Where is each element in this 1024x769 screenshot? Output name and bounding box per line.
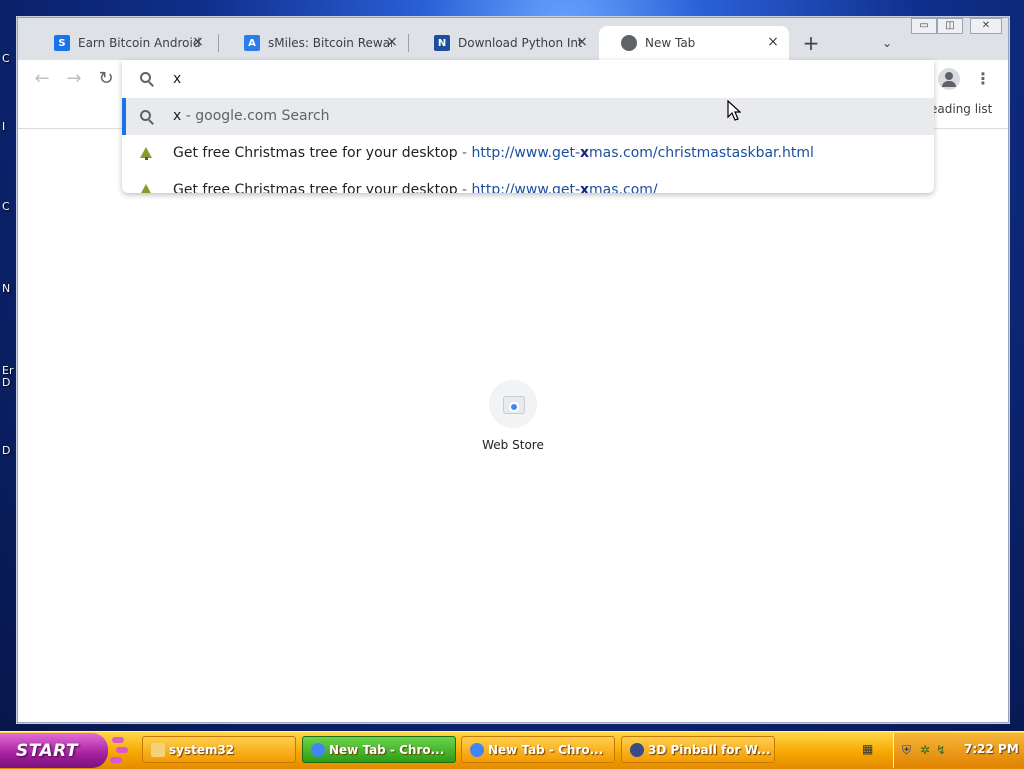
suggestion-separator: - [457,182,472,193]
folder-icon [151,742,165,757]
tab-download-python[interactable]: N Download Python Interpreter × [412,26,598,60]
start-decoration [108,735,130,765]
clock[interactable]: 7:22 PM [964,742,1019,756]
profile-avatar-icon[interactable] [938,68,960,90]
close-window-button[interactable]: ✕ [970,18,1002,34]
suggestion-separator: - [181,108,196,124]
tab-separator [218,34,219,52]
chrome-menu-icon[interactable]: ⋮ [973,68,993,90]
close-tab-icon[interactable]: × [574,34,590,50]
restore-button[interactable]: ◫ [937,18,963,34]
selection-indicator [122,98,126,135]
tab-title: New Tab [645,36,696,50]
christmas-tree-icon [140,184,152,193]
suggestion-text: Get free Christmas tree for your desktop… [173,182,658,193]
security-shield-icon[interactable]: ⛨ [902,743,914,757]
tab-smiles[interactable]: A sMiles: Bitcoin Rewards × [222,26,408,60]
language-bar-icon[interactable]: ▦ [862,742,874,756]
close-tab-icon[interactable]: × [384,34,400,50]
suggestion-separator: - [457,145,472,161]
shortcut-label: Web Store [482,438,544,452]
chrome-icon [311,742,325,757]
omnibox-dropdown: x - google.com Search Get free Christmas… [122,60,934,193]
web-store-icon [489,380,537,428]
tab-new-tab[interactable]: New Tab × [599,26,789,60]
suggestion-search[interactable]: x - google.com Search [122,98,934,135]
search-icon [140,72,154,87]
suggestion-text: Get free Christmas tree for your desktop… [173,145,814,161]
close-tab-icon[interactable]: × [190,34,206,50]
taskbar-button-label: system32 [169,742,235,757]
browser-window: S Earn Bitcoin Android App × A sMiles: B… [17,17,1009,723]
tab-earn-bitcoin[interactable]: S Earn Bitcoin Android App × [32,26,214,60]
system-tray: ⛨ ✲ ↯ 7:22 PM [893,733,1024,768]
tab-search-chevron-icon[interactable]: ⌄ [878,34,896,52]
web-store-shortcut[interactable]: Web Store [481,380,545,452]
tab-separator [408,34,409,52]
forward-button[interactable]: → [63,68,85,90]
start-button[interactable]: START [0,733,108,768]
new-tab-button[interactable]: + [801,33,821,53]
network-icon[interactable]: ✲ [920,743,932,757]
safely-remove-icon[interactable]: ↯ [936,743,948,757]
desktop-icon-fragment[interactable]: D [2,444,10,457]
taskbar-button-system32[interactable]: system32 [142,736,296,763]
taskbar-button-chrome-active[interactable]: New Tab - Chro... [302,736,456,763]
close-tab-icon[interactable]: × [765,34,781,50]
suggestion-description: google.com Search [195,108,330,124]
suggestion-history[interactable]: Get free Christmas tree for your desktop… [122,172,934,193]
desktop-icon-fragment[interactable]: D [2,376,10,389]
suggestion-url: http://www.get-xmas.com/ [471,182,658,193]
reading-list-button[interactable]: eading list [930,102,992,116]
taskbar-button-pinball[interactable]: 3D Pinball for W... [621,736,775,763]
taskbar-button-label: New Tab - Chro... [488,742,604,757]
minimize-button[interactable]: ▭ [911,18,937,34]
suggestion-title: Get free Christmas tree for your desktop [173,145,458,161]
desktop-icon-fragment[interactable]: C [2,52,10,65]
back-button[interactable]: ← [31,68,53,90]
christmas-tree-icon [140,147,152,160]
reload-button[interactable]: ↻ [95,68,117,90]
globe-icon [621,35,637,51]
pinball-icon [630,742,644,757]
omnibox [122,60,934,98]
taskbar-button-chrome[interactable]: New Tab - Chro... [461,736,615,763]
bitcoin-app-favicon-icon: S [54,35,70,51]
chrome-icon [470,742,484,757]
tab-strip: S Earn Bitcoin Android App × A sMiles: B… [18,18,1008,60]
suggestion-history[interactable]: Get free Christmas tree for your desktop… [122,135,934,172]
address-bar-input[interactable] [173,69,913,89]
search-icon [140,110,154,125]
mouse-cursor-icon [727,100,741,121]
desktop-icon-fragment[interactable]: I [2,120,5,133]
suggestion-title: Get free Christmas tree for your desktop [173,182,458,193]
tab-title: Earn Bitcoin Android App [78,36,202,50]
taskbar-button-label: New Tab - Chro... [329,742,445,757]
desktop-icon-fragment[interactable]: N [2,282,10,295]
suggestion-url: http://www.get-xmas.com/christmastaskbar… [471,145,814,161]
desktop-icon-fragment[interactable]: C [2,200,10,213]
tab-title: Download Python Interpreter [458,36,582,50]
suggestion-text: x - google.com Search [173,108,330,124]
site-favicon-icon: N [434,35,450,51]
app-store-favicon-icon: A [244,35,260,51]
tab-title: sMiles: Bitcoin Rewards [268,36,392,50]
taskbar-button-label: 3D Pinball for W... [648,742,771,757]
